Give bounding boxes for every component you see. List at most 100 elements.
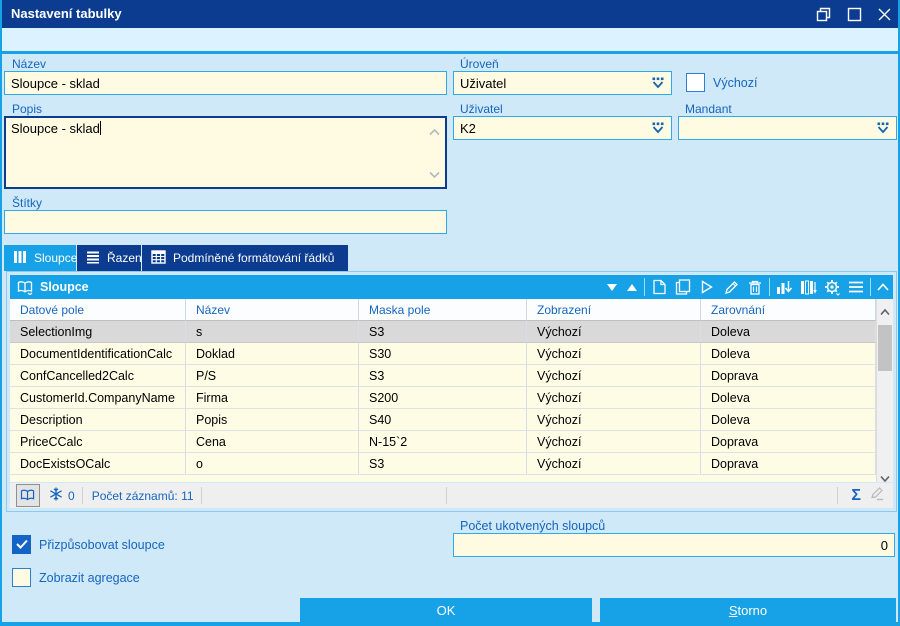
table-cell: N-15`2 <box>359 431 527 453</box>
uzivatel-dropdown[interactable]: K2 <box>453 116 672 140</box>
column-header[interactable]: Název <box>186 299 359 321</box>
anchored-columns-label: Počet ukotvených sloupců <box>460 519 606 533</box>
snowflake-icon <box>49 487 63 504</box>
sum-icon[interactable]: Σ <box>845 487 867 505</box>
copy-record-icon[interactable] <box>671 275 695 299</box>
table-row[interactable]: Description Popis S40 Výchozí Doleva <box>10 409 876 431</box>
table-row[interactable]: SelectionImg s S3 Výchozí Doleva <box>10 320 876 343</box>
scroll-up-icon[interactable] <box>880 303 890 316</box>
table-cell: Výchozí <box>527 409 701 431</box>
uzivatel-label: Uživatel <box>460 102 503 116</box>
table-cell: Popis <box>186 409 359 431</box>
nazev-input[interactable]: Sloupce - sklad <box>4 71 447 95</box>
anchored-columns-value: 0 <box>880 537 888 553</box>
stitky-input[interactable] <box>4 210 447 234</box>
mandant-label: Mandant <box>685 102 732 116</box>
columns-setup-icon[interactable] <box>796 275 820 299</box>
table-cell: Doleva <box>701 387 876 409</box>
table-cell: DocExistsOCalc <box>10 453 186 475</box>
table-body: SelectionImg s S3 Výchozí Doleva DocumentIden… <box>10 320 876 482</box>
table-row[interactable]: DocExistsOCalc o S3 Výchozí Doprava <box>10 453 876 475</box>
fit-columns-label: Přizpůsobovat sloupce <box>39 538 165 552</box>
uroven-dropdown[interactable]: Uživatel <box>453 71 672 95</box>
table-cell: SelectionImg <box>10 320 186 343</box>
table-row[interactable]: PriceCCalc Cena N-15`2 Výchozí Doprava <box>10 431 876 453</box>
table-grid-icon <box>151 249 166 267</box>
window-title: Nastavení tabulky <box>11 6 122 21</box>
tab-podminene-formatovani[interactable]: Podmíněné formátování řádků <box>142 245 348 271</box>
settings-gear-icon[interactable] <box>820 275 844 299</box>
chart-icon[interactable] <box>772 275 796 299</box>
dropdown-icon[interactable] <box>876 122 890 138</box>
table-header-row: Datové pole Název Maska pole Zobrazení Zarov… <box>10 299 876 322</box>
move-down-icon[interactable] <box>602 275 622 299</box>
stitky-label: Štítky <box>12 196 43 210</box>
table-cell: Výchozí <box>527 365 701 387</box>
aggregations-label: Zobrazit agregace <box>39 571 140 585</box>
uzivatel-value: K2 <box>460 120 476 136</box>
vychozi-checkbox[interactable] <box>686 73 705 92</box>
anchored-columns-input[interactable]: 0 <box>453 533 895 557</box>
status-separator <box>200 487 202 504</box>
scroll-down-icon[interactable] <box>429 166 440 181</box>
column-header[interactable]: Zobrazení <box>527 299 701 321</box>
table-cell: Výchozí <box>527 431 701 453</box>
table-cell: S3 <box>359 365 527 387</box>
status-right: Σ <box>830 486 893 505</box>
column-header[interactable]: Zarovnání <box>701 299 876 321</box>
tab-sloupce[interactable]: Sloupce <box>4 245 78 271</box>
collapse-panel-icon[interactable] <box>873 275 893 299</box>
delete-icon[interactable] <box>743 275 767 299</box>
new-record-icon[interactable] <box>647 275 671 299</box>
storno-button[interactable]: Storno <box>600 598 896 622</box>
table-row[interactable]: ConfCancelled2Calc P/S S3 Výchozí Doprava <box>10 365 876 387</box>
table-cell: Description <box>10 409 186 431</box>
table-cell: S30 <box>359 343 527 365</box>
uroven-label: Úroveň <box>460 57 499 71</box>
maximize-icon[interactable] <box>846 6 863 23</box>
dropdown-icon[interactable] <box>651 77 665 93</box>
book-view-button[interactable] <box>16 484 40 507</box>
scroll-down-icon[interactable] <box>880 470 890 482</box>
table-cell: DocumentIdentificationCalc <box>10 343 186 365</box>
nazev-label: Název <box>12 57 47 71</box>
table-cell: Doleva <box>701 320 876 343</box>
fit-columns-checkbox[interactable] <box>12 535 31 554</box>
table-row[interactable]: DocumentIdentificationCalc Doklad S30 Výcho… <box>10 343 876 365</box>
table-row[interactable]: CustomerId.CompanyName Firma S200 Výchozí Do… <box>10 387 876 409</box>
table-cell: Doklad <box>186 343 359 365</box>
table-settings-dialog: Nastavení tabulky Název Sloupce - sklad … <box>0 0 900 626</box>
tab-label: Podmíněné formátování řádků <box>173 251 335 265</box>
edit-disabled-icon <box>869 486 885 505</box>
menu-icon[interactable] <box>844 275 868 299</box>
column-header[interactable]: Datové pole <box>10 299 186 321</box>
sort-lines-icon <box>86 250 100 267</box>
run-icon[interactable] <box>695 275 719 299</box>
status-separator <box>81 487 83 504</box>
text-caret <box>99 121 101 135</box>
restore-icon[interactable] <box>815 6 832 23</box>
close-icon[interactable] <box>876 6 893 23</box>
columns-panel: Sloupce Datové pole Název Maska pole Zob… <box>6 271 897 512</box>
status-bar: 0 Počet záznamů: 11 Σ <box>10 483 893 508</box>
table-cell: Firma <box>186 387 359 409</box>
scrollbar-thumb[interactable] <box>878 325 892 371</box>
move-up-icon[interactable] <box>622 275 642 299</box>
tab-razeni[interactable]: Řazení <box>77 245 145 271</box>
aggregations-checkbox[interactable] <box>12 568 31 587</box>
table-cell: Výchozí <box>527 387 701 409</box>
ok-button[interactable]: OK <box>300 598 592 622</box>
vertical-scrollbar[interactable] <box>876 299 893 482</box>
popis-label: Popis <box>12 102 43 116</box>
scroll-up-icon[interactable] <box>429 124 440 139</box>
table-cell: Doprava <box>701 365 876 387</box>
tab-label: Sloupce <box>34 251 78 265</box>
vychozi-label: Výchozí <box>713 76 758 90</box>
table-cell: S3 <box>359 453 527 475</box>
mandant-dropdown[interactable] <box>678 116 897 140</box>
column-header[interactable]: Maska pole <box>359 299 527 321</box>
dropdown-icon[interactable] <box>651 122 665 138</box>
popis-textarea[interactable]: Sloupce - sklad <box>4 116 447 189</box>
header-band <box>2 28 898 51</box>
edit-icon[interactable] <box>719 275 743 299</box>
